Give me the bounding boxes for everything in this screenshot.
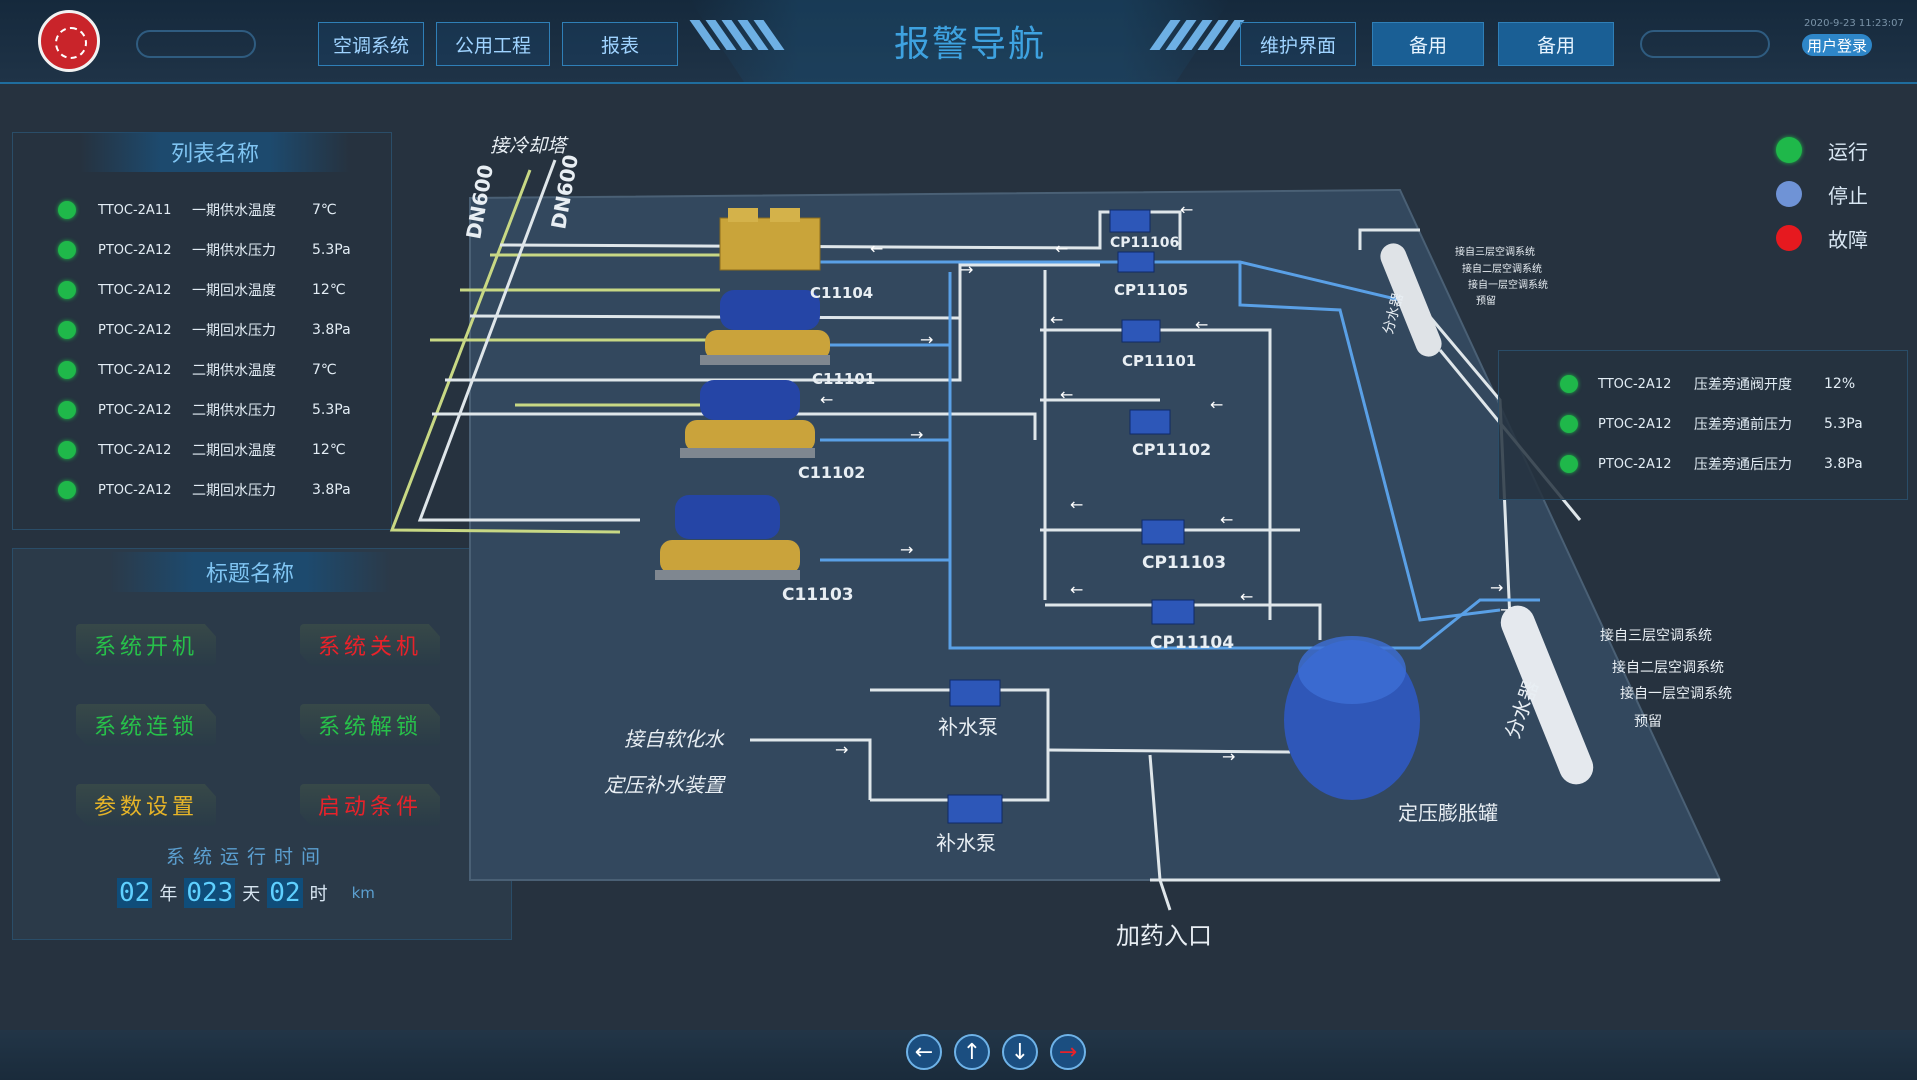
- pump-label: CP11102: [1132, 440, 1211, 459]
- pump-label: CP11105: [1114, 281, 1188, 299]
- svg-text:→: →: [1490, 578, 1503, 597]
- chiller-label: C11101: [812, 370, 875, 388]
- svg-text:←: ←: [1055, 239, 1068, 258]
- svg-text:←: ←: [1180, 200, 1193, 219]
- svg-text:←: ←: [1240, 587, 1253, 606]
- bypass-row: PTOC-2A12 压差旁通后压力 3.8Pa: [1560, 444, 1900, 484]
- svg-text:←: ←: [1070, 580, 1083, 599]
- svg-text:←: ←: [1060, 385, 1073, 404]
- chiller-label: C11104: [810, 284, 873, 302]
- makeup-device-label: 定压补水装置: [604, 773, 726, 797]
- pump-label: CP11103: [1142, 553, 1226, 573]
- svg-text:→: →: [920, 330, 933, 349]
- row-value: 3.8Pa: [1824, 456, 1863, 472]
- svg-text:←: ←: [1210, 395, 1223, 414]
- pump-label: CP11104: [1150, 633, 1234, 653]
- svg-text:→: →: [900, 540, 913, 559]
- svg-text:←: ←: [1070, 495, 1083, 514]
- row-value: 12%: [1824, 376, 1856, 392]
- pump-label: CP11106: [1110, 235, 1179, 251]
- bypass-row: PTOC-2A12 压差旁通前压力 5.3Pa: [1560, 404, 1900, 444]
- status-dot: [1560, 455, 1578, 473]
- svg-text:←: ←: [870, 239, 883, 258]
- distributor-line-label: 预留: [1634, 714, 1662, 730]
- svg-text:←: ←: [1220, 510, 1233, 529]
- soft-water-label: 接自软化水: [624, 727, 725, 751]
- distributor-line-label: 接自一层空调系统: [1620, 685, 1732, 702]
- row-name: 压差旁通后压力: [1694, 457, 1792, 473]
- row-tag: PTOC-2A12: [1598, 416, 1672, 432]
- distributor-line-label: 接自二层空调系统: [1612, 659, 1724, 676]
- chiller-label: C11103: [782, 585, 854, 605]
- cooling-tower-label: 接冷却塔: [490, 135, 569, 157]
- right-arrow-icon[interactable]: →: [1050, 1034, 1086, 1070]
- row-name: 压差旁通阀开度: [1694, 377, 1792, 393]
- svg-text:←: ←: [820, 390, 833, 409]
- collector-line-label: 接自三层空调系统: [1455, 245, 1535, 258]
- bypass-panel-rows: TTOC-2A12 压差旁通阀开度 12% PTOC-2A12 压差旁通前压力 5.3P…: [1560, 364, 1900, 484]
- svg-text:→: →: [835, 740, 848, 759]
- row-tag: PTOC-2A12: [1598, 456, 1672, 472]
- left-arrow-icon[interactable]: ←: [906, 1034, 942, 1070]
- collector-line-label: 接自二层空调系统: [1462, 262, 1542, 275]
- plant-diagram: ← ←← →→← ←←← →←→ ←←← ←→ → →→ 接冷却塔 DN600 …: [389, 135, 1732, 950]
- row-value: 5.3Pa: [1824, 416, 1863, 432]
- makeup-pump-label: 补水泵: [936, 831, 996, 855]
- pump-label: CP11101: [1122, 352, 1196, 370]
- svg-text:→: →: [960, 260, 973, 279]
- collector-line-label: 接自一层空调系统: [1468, 278, 1548, 291]
- bypass-row: TTOC-2A12 压差旁通阀开度 12%: [1560, 364, 1900, 404]
- dosing-inlet-label: 加药入口: [1116, 922, 1212, 950]
- collector-line-label: 预留: [1476, 294, 1496, 307]
- row-name: 压差旁通前压力: [1694, 417, 1792, 433]
- chiller-label: C11102: [798, 463, 865, 482]
- bottom-nav: ← ↑ ↓ →: [906, 1034, 1086, 1070]
- svg-text:→: →: [1222, 747, 1235, 766]
- status-dot: [1560, 375, 1578, 393]
- status-dot: [1560, 415, 1578, 433]
- makeup-pump-label: 补水泵: [938, 715, 998, 739]
- svg-text:→: →: [910, 425, 923, 444]
- svg-text:←: ←: [1195, 315, 1208, 334]
- distributor-line-label: 接自三层空调系统: [1600, 627, 1712, 644]
- down-arrow-icon[interactable]: ↓: [1002, 1034, 1038, 1070]
- svg-text:←: ←: [1050, 310, 1063, 329]
- expansion-tank-label: 定压膨胀罐: [1398, 801, 1498, 825]
- row-tag: TTOC-2A12: [1598, 376, 1672, 392]
- up-arrow-icon[interactable]: ↑: [954, 1034, 990, 1070]
- expansion-tank-icon: [1284, 636, 1420, 800]
